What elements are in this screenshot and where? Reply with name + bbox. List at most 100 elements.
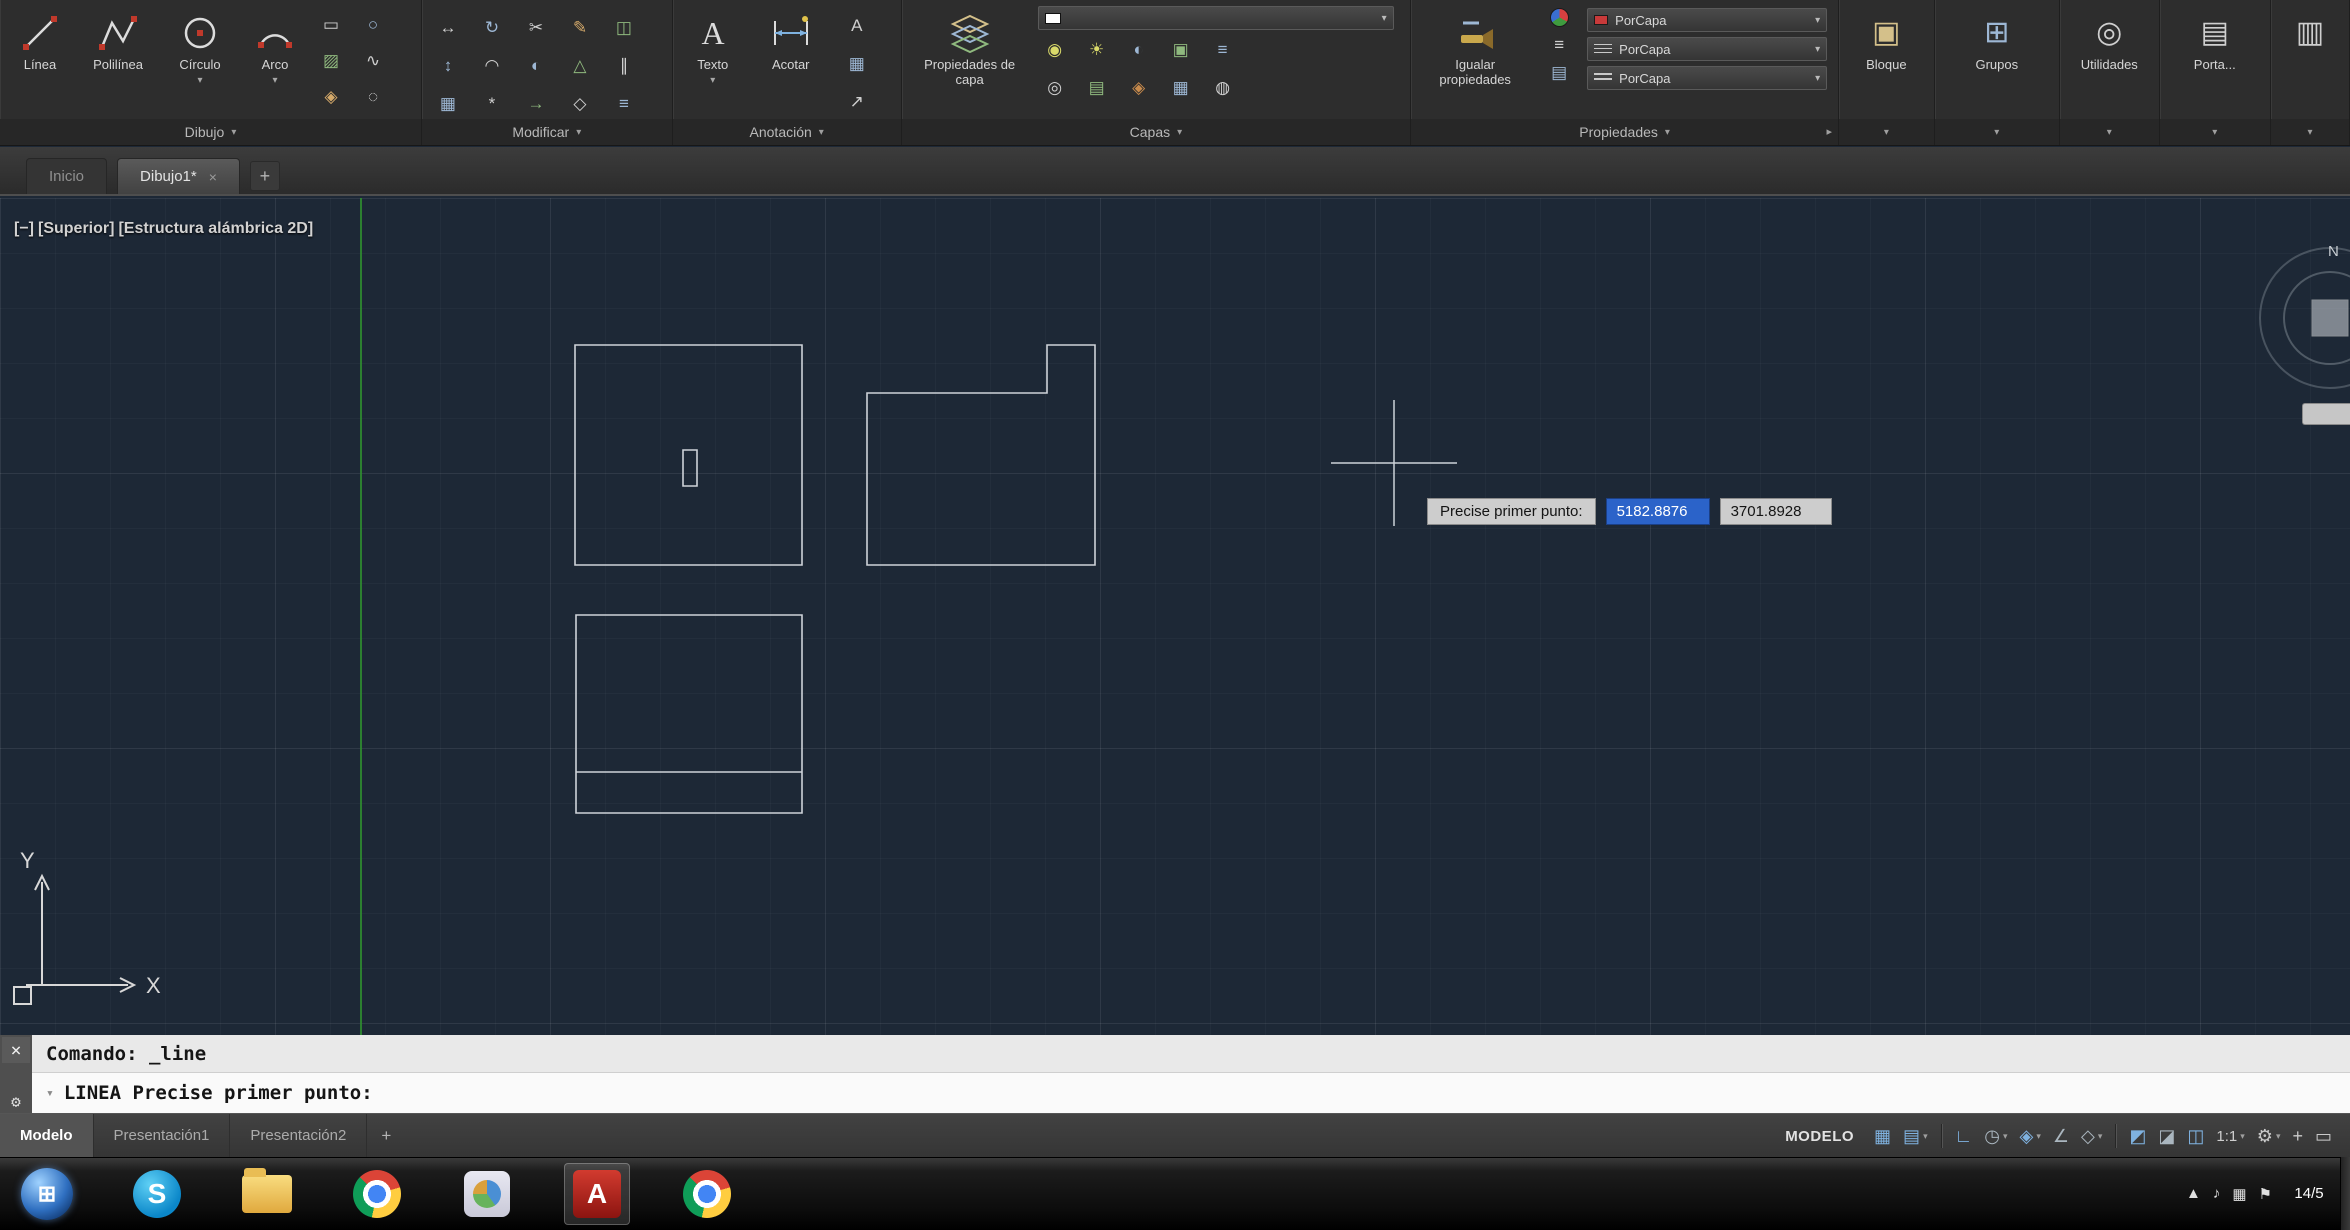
panel-title-grupos[interactable]: ▾: [1935, 119, 2059, 145]
layout-tab-presentacin2[interactable]: Presentación2: [230, 1114, 367, 1157]
network-icon[interactable]: ▦: [2232, 1185, 2246, 1203]
estilo-texto-icon[interactable]: A: [837, 10, 877, 42]
aislar-capa-icon[interactable]: ☀: [1080, 34, 1114, 66]
polar-icon[interactable]: ◷▾: [1980, 1121, 2011, 1151]
volume-icon[interactable]: ♪: [2213, 1185, 2221, 1203]
partir-icon[interactable]: ◇: [562, 88, 598, 119]
desaislar-capa-icon[interactable]: ▤: [1080, 72, 1114, 104]
panel-title-propiedades[interactable]: Propiedades ▾ ▸: [1411, 119, 1838, 145]
transparencia-icon[interactable]: ▤: [1551, 63, 1567, 83]
matriz-icon[interactable]: ▦: [430, 88, 466, 119]
viewcube-nav-box[interactable]: [2302, 403, 2350, 425]
girar-icon[interactable]: ↻: [474, 12, 510, 44]
reutilizar-capa-icon[interactable]: ◈: [1122, 72, 1156, 104]
new-layout-tab-button[interactable]: +: [367, 1114, 405, 1157]
square-shape-2[interactable]: [576, 615, 802, 813]
acotar-button[interactable]: Acotar: [753, 4, 829, 118]
layout-tab-modelo[interactable]: Modelo: [0, 1114, 94, 1157]
linea-button[interactable]: Línea: [8, 4, 72, 118]
nube-revision-icon[interactable]: ◌: [356, 82, 390, 112]
image-app-taskbar-button[interactable]: [454, 1163, 520, 1225]
taskbar-clock[interactable]: 14/5: [2284, 1185, 2334, 1202]
elipse-icon[interactable]: ○: [356, 10, 390, 40]
panel-title-utilidades[interactable]: ▾: [2060, 119, 2159, 145]
activar-capas-icon[interactable]: ◎: [1038, 72, 1072, 104]
circulo-button[interactable]: Círculo ▾: [164, 4, 236, 118]
punto-icon[interactable]: ◈: [314, 82, 348, 112]
juntar-icon[interactable]: ≡: [606, 88, 642, 119]
desplazar-icon[interactable]: ↔: [430, 12, 466, 44]
command-close-icon[interactable]: ×: [2, 1037, 30, 1063]
viewport-minimize-control[interactable]: [−]: [14, 220, 34, 238]
viewcube[interactable]: N: [2230, 240, 2350, 410]
ortho-icon[interactable]: ∟: [1951, 1121, 1977, 1151]
desactivar-capa-icon[interactable]: ◉: [1038, 34, 1072, 66]
angle-icon[interactable]: ∠: [2049, 1121, 2073, 1151]
dynamic-input-x-field[interactable]: 5182.8876: [1606, 498, 1710, 525]
tabla-icon[interactable]: ▦: [837, 48, 877, 80]
panel-title-portapapeles[interactable]: ▾: [2160, 119, 2270, 145]
viewcube-north-label[interactable]: N: [2328, 243, 2339, 260]
small-inner-rect[interactable]: [683, 450, 697, 486]
copiar-icon[interactable]: ◫: [606, 12, 642, 44]
square-shape-1[interactable]: [575, 345, 802, 565]
lineweight-dropdown[interactable]: PorCapa ▾: [1587, 66, 1827, 90]
skype-taskbar-button[interactable]: S: [124, 1163, 190, 1225]
spline-icon[interactable]: ∿: [356, 46, 390, 76]
bloque-button[interactable]: ▣ Bloque: [1848, 4, 1924, 118]
annotation-scale-value[interactable]: 1:1▾: [2212, 1121, 2248, 1151]
panel-title-capas[interactable]: Capas ▾: [902, 119, 1411, 145]
inutilizar-capa-icon[interactable]: ◐: [1122, 34, 1156, 66]
igualar-capa-icon[interactable]: ≡: [1206, 34, 1240, 66]
autocad-taskbar-button[interactable]: A: [564, 1163, 630, 1225]
color-dropdown[interactable]: PorCapa ▾: [1587, 8, 1827, 32]
desfase-icon[interactable]: ∥: [606, 50, 642, 82]
layout-tab-presentacin1[interactable]: Presentación1: [94, 1114, 231, 1157]
command-customize-icon[interactable]: ⚙: [11, 1092, 21, 1111]
color-wheel-icon[interactable]: [1550, 8, 1569, 27]
drawing-canvas[interactable]: [−] [Superior] [Estructura alámbrica 2D]…: [0, 198, 2350, 1035]
vista-button[interactable]: ▥: [2279, 4, 2341, 118]
viewport-view-control[interactable]: [Superior]: [38, 220, 114, 238]
notifications-icon[interactable]: ⚑: [2259, 1185, 2272, 1203]
settings-icon[interactable]: ⚙▾: [2253, 1121, 2285, 1151]
panel-title-dibujo[interactable]: Dibujo ▾: [0, 119, 421, 145]
explorer-taskbar-button[interactable]: [234, 1163, 300, 1225]
isodraft-icon[interactable]: ◇▾: [2077, 1121, 2106, 1151]
chrome2-taskbar-button[interactable]: [674, 1163, 740, 1225]
snap-icon[interactable]: ▤▾: [1899, 1121, 1932, 1151]
capa-anterior-icon[interactable]: ◍: [1206, 72, 1240, 104]
model-space-label[interactable]: MODELO: [1785, 1128, 1854, 1145]
panel-title-modificar[interactable]: Modificar ▾: [422, 119, 672, 145]
chrome-taskbar-button[interactable]: [344, 1163, 410, 1225]
annotation-scale-icon[interactable]: ◫: [2183, 1121, 2208, 1151]
grupos-button[interactable]: ⊞ Grupos: [1959, 4, 2035, 118]
portapapeles-button[interactable]: ▤ Porta...: [2177, 4, 2253, 118]
escala-icon[interactable]: △: [562, 50, 598, 82]
viewport-visualstyle-control[interactable]: [Estructura alámbrica 2D]: [118, 220, 313, 238]
clean-screen-icon[interactable]: ▭: [2311, 1121, 2336, 1151]
rectangulo-icon[interactable]: ▭: [314, 10, 348, 40]
grid-icon[interactable]: ▦: [1870, 1121, 1895, 1151]
sombreado-icon[interactable]: ▨: [314, 46, 348, 76]
viewcube-face[interactable]: [2312, 300, 2348, 336]
show-desktop-button[interactable]: [2340, 1157, 2350, 1230]
igualar-propiedades-button[interactable]: Igualar propiedades: [1419, 4, 1531, 118]
annotation-autoscale-icon[interactable]: ◪: [2154, 1121, 2179, 1151]
panel-title-anotacion[interactable]: Anotación ▾: [673, 119, 901, 145]
borrar-icon[interactable]: ✎: [562, 12, 598, 44]
new-file-tab-button[interactable]: +: [250, 161, 280, 191]
file-tab-close-icon[interactable]: ×: [209, 169, 217, 185]
lista-icon[interactable]: ≡: [1554, 35, 1564, 55]
osnap-icon[interactable]: ◈▾: [2015, 1121, 2044, 1151]
polilinea-button[interactable]: Polilínea: [80, 4, 156, 118]
file-tab-inicio[interactable]: Inicio: [26, 158, 107, 194]
alargar-icon[interactable]: →: [518, 88, 554, 119]
utilidades-button[interactable]: ◎ Utilidades: [2071, 4, 2147, 118]
texto-button[interactable]: A Texto ▾: [681, 4, 745, 118]
tray-expand-icon[interactable]: ▲: [2186, 1185, 2201, 1203]
layer-select-dropdown[interactable]: ▾: [1038, 6, 1394, 30]
descomponer-icon[interactable]: *: [474, 88, 510, 119]
propiedades-launcher-icon[interactable]: ▸: [1827, 125, 1833, 138]
linetype-dropdown[interactable]: PorCapa ▾: [1587, 37, 1827, 61]
